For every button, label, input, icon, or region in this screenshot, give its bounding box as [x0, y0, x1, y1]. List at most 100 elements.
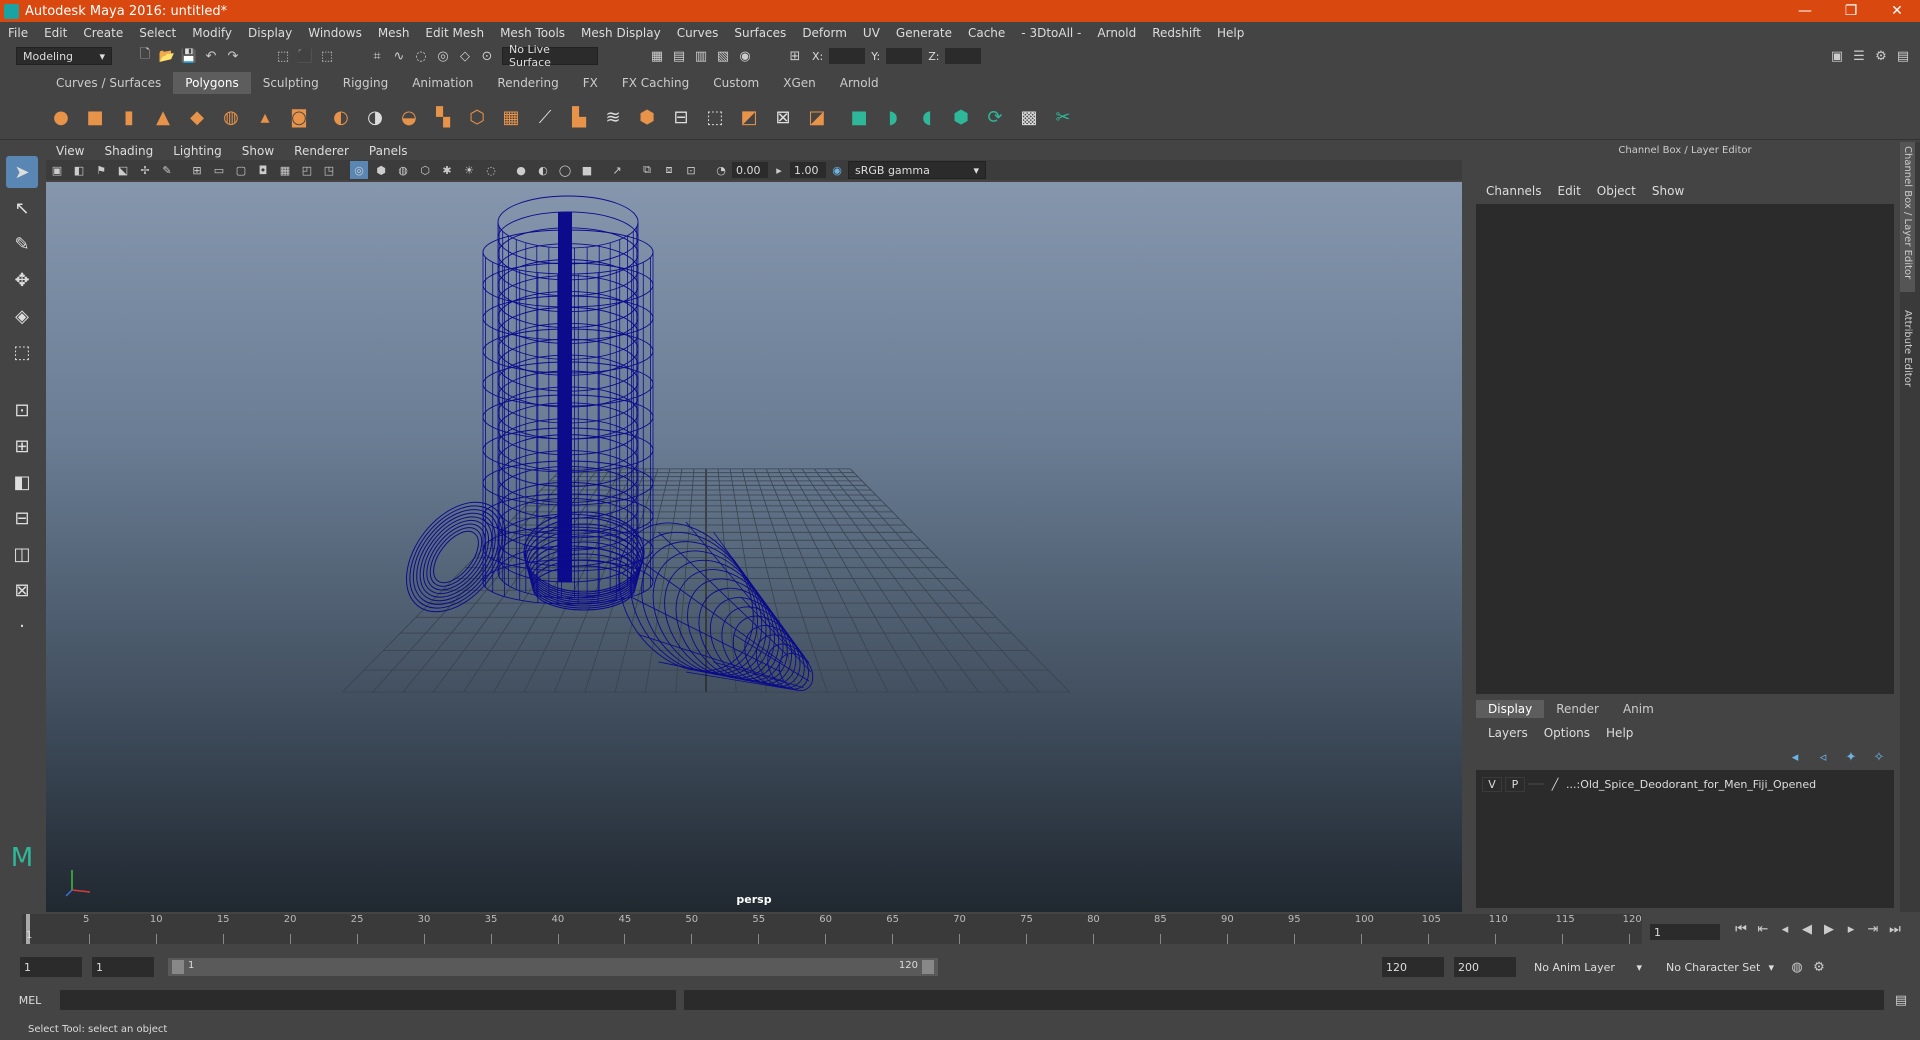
mirror-icon[interactable]: ▚ — [430, 105, 456, 131]
save-scene-icon[interactable]: 💾 — [180, 47, 198, 65]
open-scene-icon[interactable]: 📂 — [158, 47, 176, 65]
wireframe-icon[interactable]: ◎ — [350, 161, 368, 179]
combine-icon[interactable]: ◐ — [328, 105, 354, 131]
menu-edit[interactable]: Edit — [36, 26, 75, 40]
step-back-key-icon[interactable]: ⇤ — [1754, 920, 1772, 938]
menu-create[interactable]: Create — [75, 26, 131, 40]
live-surface-field[interactable]: No Live Surface — [502, 43, 598, 69]
menu-select[interactable]: Select — [131, 26, 184, 40]
select-tool-icon[interactable]: ➤ — [6, 156, 38, 188]
checker-icon[interactable]: ▩ — [1016, 105, 1042, 131]
vp-menu-view[interactable]: View — [46, 144, 94, 158]
snap-live-icon[interactable]: ⊙ — [478, 47, 496, 65]
menu-mesh[interactable]: Mesh — [370, 26, 418, 40]
reduce-icon[interactable]: ▦ — [498, 105, 524, 131]
gate-mask-icon[interactable]: ◘ — [254, 161, 272, 179]
shelf-tab-rigging[interactable]: Rigging — [331, 72, 400, 94]
playback-end-field[interactable]: 120 — [1382, 957, 1444, 977]
use-all-lights-icon[interactable]: ✱ — [438, 161, 456, 179]
command-language-label[interactable]: MEL — [0, 994, 60, 1007]
redo-icon[interactable]: ↷ — [224, 47, 242, 65]
menu-generate[interactable]: Generate — [888, 26, 960, 40]
boolean-icon[interactable]: ⬡ — [464, 105, 490, 131]
close-button[interactable]: ✕ — [1874, 3, 1920, 19]
menu-uv[interactable]: UV — [855, 26, 888, 40]
channel-box-icon[interactable]: ▤ — [1894, 47, 1912, 65]
safe-action-icon[interactable]: ◰ — [298, 161, 316, 179]
extrude-icon[interactable]: ▙ — [566, 105, 592, 131]
bevel-icon[interactable]: ≋ — [600, 105, 626, 131]
menu-display[interactable]: Display — [240, 26, 300, 40]
field-chart-icon[interactable]: ▦ — [276, 161, 294, 179]
mode-dropdown[interactable]: Modeling ▾ — [16, 47, 112, 65]
poly-cylinder-icon[interactable]: ▮ — [116, 105, 142, 131]
xray-icon[interactable]: ↗ — [608, 161, 626, 179]
render-settings-icon[interactable]: ▥ — [692, 47, 710, 65]
menu-deform[interactable]: Deform — [794, 26, 855, 40]
poly-plane-icon[interactable]: ◆ — [184, 105, 210, 131]
poly-torus-icon[interactable]: ◍ — [218, 105, 244, 131]
merge-icon[interactable]: ⊠ — [770, 105, 796, 131]
grease-pencil-icon[interactable]: ✎ — [158, 161, 176, 179]
motion-blur-icon[interactable]: ● — [512, 161, 530, 179]
shelf-tab-xgen[interactable]: XGen — [771, 72, 828, 94]
shelf-tab-fx-caching[interactable]: FX Caching — [610, 72, 701, 94]
tab-display[interactable]: Display — [1476, 700, 1545, 718]
go-to-start-icon[interactable]: ⏮ — [1732, 920, 1750, 938]
go-to-end-icon[interactable]: ⏭ — [1886, 920, 1904, 938]
step-forward-frame-icon[interactable]: ▸ — [1842, 920, 1860, 938]
paint-select-icon[interactable]: ✎ — [6, 228, 38, 260]
shelf-tab-sculpting[interactable]: Sculpting — [251, 72, 331, 94]
menu-3dtoall[interactable]: - 3DtoAll - — [1013, 26, 1089, 40]
render-frame-icon[interactable]: ▦ — [648, 47, 666, 65]
step-back-frame-icon[interactable]: ◂ — [1776, 920, 1794, 938]
perspective-viewport[interactable]: persp — [46, 182, 1462, 912]
cb-menu-object[interactable]: Object — [1589, 184, 1644, 198]
textured-icon[interactable]: ⬡ — [416, 161, 434, 179]
vp-menu-lighting[interactable]: Lighting — [163, 144, 232, 158]
bridge-icon[interactable]: ⟋ — [532, 105, 558, 131]
step-forward-key-icon[interactable]: ⇥ — [1864, 920, 1882, 938]
render-view-icon[interactable]: ◉ — [736, 47, 754, 65]
select-hierarchy-icon[interactable]: ⬚ — [274, 47, 292, 65]
target-weld-icon[interactable]: ◪ — [804, 105, 830, 131]
shelf-tab-curves-surfaces[interactable]: Curves / Surfaces — [44, 72, 173, 94]
cylindrical-uv-icon[interactable]: ◗ — [880, 105, 906, 131]
cb-menu-edit[interactable]: Edit — [1550, 184, 1589, 198]
more-layouts-icon[interactable]: · — [6, 610, 38, 642]
snap-view-icon[interactable]: ◎ — [434, 47, 452, 65]
vp-menu-renderer[interactable]: Renderer — [284, 144, 359, 158]
shadows-icon[interactable]: ☀ — [460, 161, 478, 179]
menu-help[interactable]: Help — [1209, 26, 1252, 40]
shelf-tab-animation[interactable]: Animation — [400, 72, 485, 94]
film-gate-icon[interactable]: ▭ — [210, 161, 228, 179]
poly-pipe-icon[interactable]: ◙ — [286, 105, 312, 131]
script-editor-icon[interactable]: ▤ — [1892, 991, 1910, 1009]
vp-menu-show[interactable]: Show — [232, 144, 284, 158]
playback-start-field[interactable]: 1 — [92, 957, 154, 977]
shelf-tab-polygons[interactable]: Polygons — [173, 72, 251, 94]
ambient-occlusion-icon[interactable]: ◌ — [482, 161, 500, 179]
tool-settings-icon[interactable]: ⚙ — [1872, 47, 1890, 65]
select-object-icon[interactable]: ⬛ — [296, 47, 314, 65]
safe-title-icon[interactable]: ◳ — [320, 161, 338, 179]
outliner-layout-icon[interactable]: ⊠ — [6, 574, 38, 606]
ipr-render-icon[interactable]: ▤ — [670, 47, 688, 65]
shelf-tab-fx[interactable]: FX — [571, 72, 610, 94]
animation-prefs-icon[interactable]: ⚙ — [1810, 958, 1828, 976]
poly-cone-icon[interactable]: ▲ — [150, 105, 176, 131]
tab-anim[interactable]: Anim — [1611, 700, 1666, 718]
select-camera-icon[interactable]: ▣ — [48, 161, 66, 179]
persp-graph-layout-icon[interactable]: ⊟ — [6, 502, 38, 534]
xray-components-icon[interactable]: ⧈ — [660, 161, 678, 179]
spherical-uv-icon[interactable]: ◖ — [914, 105, 940, 131]
play-backward-icon[interactable]: ◀ — [1798, 920, 1816, 938]
automatic-uv-icon[interactable]: ⬢ — [948, 105, 974, 131]
wireframe-on-shaded-icon[interactable]: ◍ — [394, 161, 412, 179]
layer-visibility-toggle[interactable]: V — [1482, 776, 1502, 792]
separate-icon[interactable]: ◑ — [362, 105, 388, 131]
maximize-button[interactable]: ❐ — [1828, 3, 1874, 19]
persp-outliner-layout-icon[interactable]: ◫ — [6, 538, 38, 570]
move-layer-up-icon[interactable]: ◂ — [1786, 748, 1804, 766]
scale-tool-icon[interactable]: ⬚ — [6, 336, 38, 368]
